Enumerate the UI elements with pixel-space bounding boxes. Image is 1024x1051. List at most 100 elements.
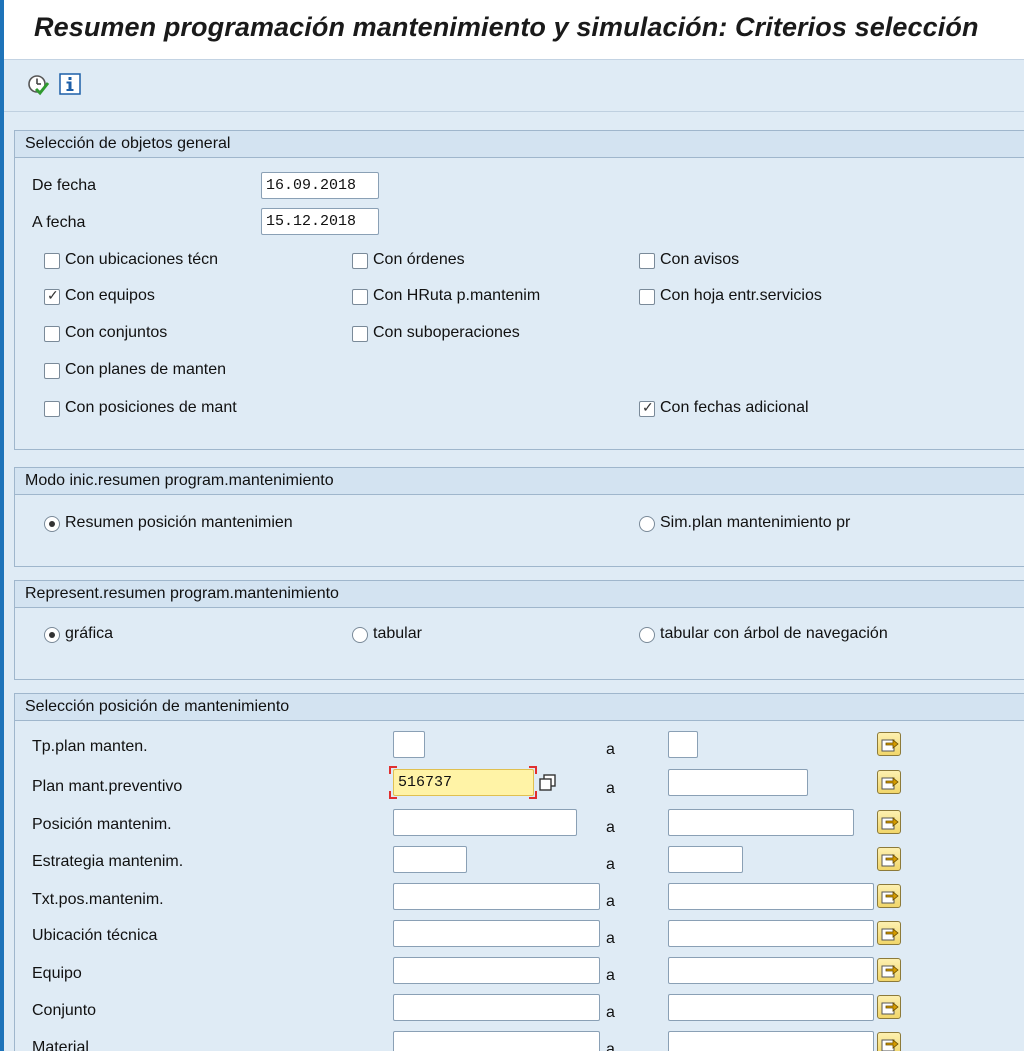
group-modo-inic: Modo inic.resumen program.mantenimiento … (14, 467, 1024, 567)
checkbox-label: Con conjuntos (65, 324, 168, 341)
checkbox-label: Con planes de manten (65, 361, 226, 378)
page-title: Resumen programación mantenimiento y sim… (34, 12, 979, 42)
group-represent: Represent.resumen program.mantenimiento … (14, 580, 1024, 680)
txt-pos-from-field[interactable] (393, 883, 600, 910)
checkbox-con-posiciones[interactable] (44, 401, 60, 417)
row-label-plan-mant: Plan mant.preventivo (32, 778, 183, 795)
multiple-selection-button[interactable] (877, 921, 901, 945)
execute-clock-check-icon[interactable] (26, 72, 50, 96)
checkbox-label: Con posiciones de mant (65, 399, 237, 416)
ubicacion-to-field[interactable] (668, 920, 874, 947)
info-icon[interactable] (58, 72, 82, 96)
checkbox-label: Con avisos (660, 251, 740, 268)
group-general-selection: Selección de objetos general De fecha 16… (14, 130, 1024, 450)
radio-dot (49, 521, 55, 527)
material-from-field[interactable] (393, 1031, 600, 1051)
row-label-tp-plan: Tp.plan manten. (32, 738, 148, 755)
checkbox-con-fechas-adicional[interactable]: ✓ (639, 399, 655, 417)
checkbox-label: Con fechas adicional (660, 399, 809, 416)
radio-tabular[interactable] (352, 627, 368, 643)
from-date-label: De fecha (32, 177, 97, 194)
title-bar: Resumen programación mantenimiento y sim… (4, 0, 1024, 60)
tp-plan-from-field[interactable] (393, 731, 425, 758)
group-header-modo: Modo inic.resumen program.mantenimiento (15, 468, 1024, 495)
to-label: a (606, 893, 615, 910)
group-seleccion-posicion: Selección posición de mantenimiento Tp.p… (14, 693, 1024, 1051)
multiple-selection-button[interactable] (877, 958, 901, 982)
focus-corner (529, 766, 537, 774)
checkbox-con-ubicaciones[interactable] (44, 253, 60, 269)
row-label-equipo: Equipo (32, 965, 82, 982)
row-label-estrategia: Estrategia mantenim. (32, 853, 184, 870)
group-header-seleccion-posicion: Selección posición de mantenimiento (15, 694, 1024, 721)
arrow-right-icon (881, 777, 899, 790)
posicion-from-field[interactable] (393, 809, 577, 836)
checkbox-label: Con órdenes (373, 251, 465, 268)
conjunto-to-field[interactable] (668, 994, 874, 1021)
estrategia-from-field[interactable] (393, 846, 467, 873)
radio-label: Resumen posición mantenimien (65, 514, 293, 531)
radio-label: gráfica (65, 625, 114, 642)
row-label-material: Material (32, 1039, 89, 1051)
group-header-general: Selección de objetos general (15, 131, 1024, 158)
checkbox-con-ordenes[interactable] (352, 253, 368, 269)
arrow-right-icon (881, 891, 899, 904)
radio-dot (49, 632, 55, 638)
checkbox-con-planes[interactable] (44, 363, 60, 379)
multiple-selection-button[interactable] (877, 884, 901, 908)
row-label-posicion: Posición mantenim. (32, 816, 172, 833)
tp-plan-to-field[interactable] (668, 731, 698, 758)
multiple-selection-button[interactable] (877, 732, 901, 756)
plan-mant-from-field[interactable]: 516737 (393, 769, 534, 796)
focus-corner (389, 766, 397, 774)
row-label-conjunto: Conjunto (32, 1002, 97, 1019)
checkbox-label: Con ubicaciones técn (65, 251, 218, 268)
multiple-selection-button[interactable] (877, 810, 901, 834)
arrow-right-icon (881, 928, 899, 941)
equipo-from-field[interactable] (393, 957, 600, 984)
checkbox-con-hoja-entr[interactable] (639, 289, 655, 305)
check-mark-icon: ✓ (642, 399, 654, 415)
equipo-to-field[interactable] (668, 957, 874, 984)
row-label-txt-pos: Txt.pos.mantenim. (32, 891, 164, 908)
conjunto-from-field[interactable] (393, 994, 600, 1021)
plan-mant-to-field[interactable] (668, 769, 808, 796)
to-label: a (606, 967, 615, 984)
checkbox-con-hruta[interactable] (352, 289, 368, 305)
radio-grafica[interactable] (44, 627, 60, 643)
focus-corner (389, 791, 397, 799)
txt-pos-to-field[interactable] (668, 883, 874, 910)
to-label: a (606, 741, 615, 758)
to-label: a (606, 819, 615, 836)
posicion-to-field[interactable] (668, 809, 854, 836)
radio-resumen-posicion[interactable] (44, 516, 60, 532)
multiple-selection-button[interactable] (877, 847, 901, 871)
radio-sim-plan[interactable] (639, 516, 655, 532)
ubicacion-from-field[interactable] (393, 920, 600, 947)
arrow-right-icon (881, 965, 899, 978)
multiple-selection-button[interactable] (877, 770, 901, 794)
radio-tabular-arbol[interactable] (639, 627, 655, 643)
checkbox-con-equipos[interactable]: ✓ (44, 287, 60, 305)
to-label: a (606, 1004, 615, 1021)
arrow-right-icon (881, 817, 899, 830)
estrategia-to-field[interactable] (668, 846, 743, 873)
to-label: a (606, 930, 615, 947)
to-label: a (606, 856, 615, 873)
multiple-selection-button[interactable] (877, 1032, 901, 1051)
to-label: a (606, 1041, 615, 1051)
checkbox-con-avisos[interactable] (639, 253, 655, 269)
toolbar (4, 60, 1024, 112)
checkbox-con-conjuntos[interactable] (44, 326, 60, 342)
check-mark-icon: ✓ (47, 287, 59, 303)
checkbox-label: Con suboperaciones (373, 324, 520, 341)
multiple-selection-button[interactable] (877, 995, 901, 1019)
to-date-field[interactable]: 15.12.2018 (261, 208, 379, 235)
radio-label: Sim.plan mantenimiento pr (660, 514, 851, 531)
checkbox-con-suboperaciones[interactable] (352, 326, 368, 342)
material-to-field[interactable] (668, 1031, 874, 1051)
checkbox-label: Con equipos (65, 287, 155, 304)
from-date-field[interactable]: 16.09.2018 (261, 172, 379, 199)
focus-corner (529, 791, 537, 799)
copy-icon[interactable] (537, 772, 559, 794)
